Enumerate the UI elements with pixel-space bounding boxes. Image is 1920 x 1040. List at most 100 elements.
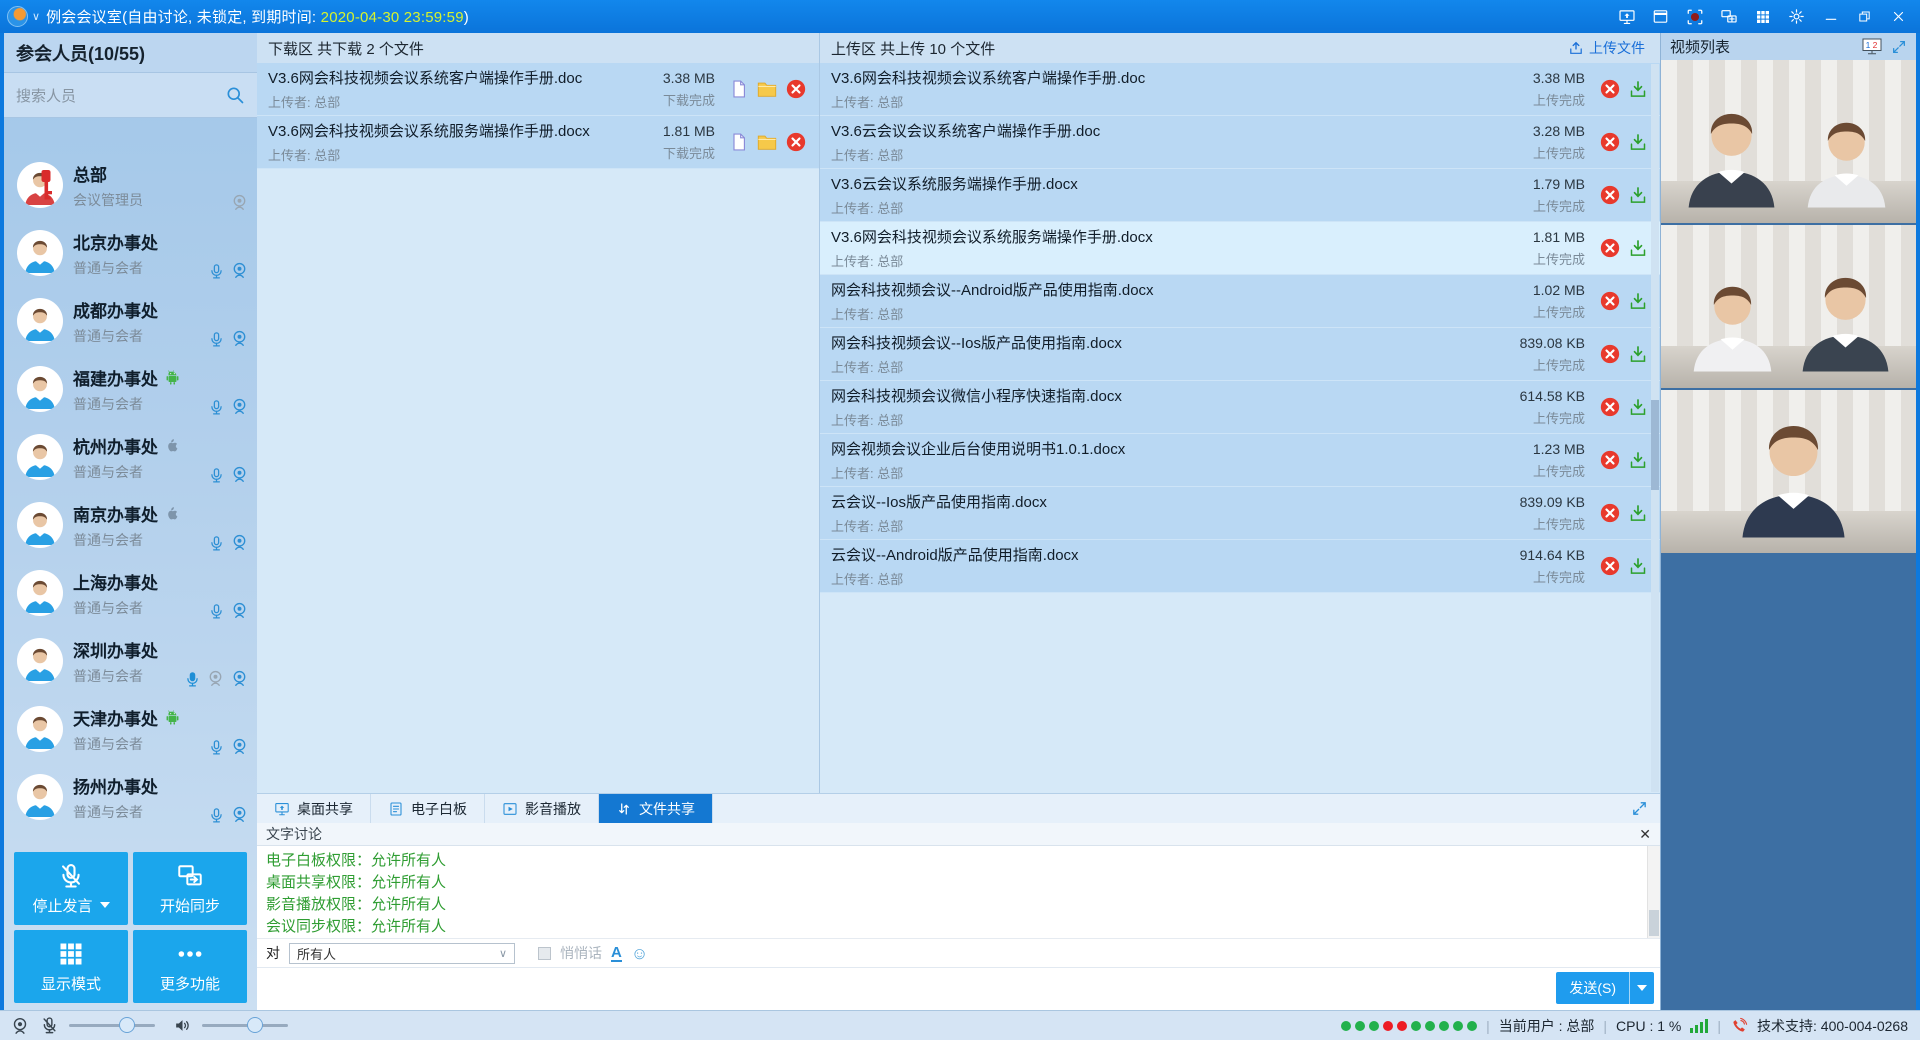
delete-icon[interactable] xyxy=(1599,237,1621,259)
search-icon[interactable] xyxy=(225,85,245,105)
delete-icon[interactable] xyxy=(785,78,807,100)
net-sync-icon[interactable] xyxy=(1715,5,1742,29)
participant-row[interactable]: 上海办事处 普通与会者 xyxy=(4,559,257,627)
mic-icon[interactable] xyxy=(208,331,225,348)
webcam-icon[interactable] xyxy=(10,1016,30,1036)
participant-row[interactable]: 杭州办事处 普通与会者 xyxy=(4,423,257,491)
delete-icon[interactable] xyxy=(1599,396,1621,418)
participant-row[interactable]: 深圳办事处 普通与会者 xyxy=(4,627,257,695)
dual-monitor-icon[interactable]: 12 xyxy=(1862,38,1882,55)
download-icon[interactable] xyxy=(1628,291,1648,311)
delete-icon[interactable] xyxy=(1599,449,1621,471)
close-icon[interactable]: ✕ xyxy=(1639,827,1651,841)
mic-icon[interactable] xyxy=(208,263,225,280)
delete-icon[interactable] xyxy=(1599,131,1621,153)
camera-icon[interactable] xyxy=(230,737,249,756)
upload-file-row[interactable]: V3.6网会科技视频会议系统客户端操作手册.doc上传者: 总部 3.38 MB… xyxy=(820,63,1660,116)
mic-icon[interactable] xyxy=(208,467,225,484)
participant-row[interactable]: 天津办事处 普通与会者 xyxy=(4,695,257,763)
tab-whiteboard[interactable]: 电子白板 xyxy=(371,794,485,823)
participant-row[interactable]: 北京办事处 普通与会者 xyxy=(4,219,257,287)
download-icon[interactable] xyxy=(1628,79,1648,99)
camera-icon[interactable] xyxy=(230,669,249,688)
mic-icon[interactable] xyxy=(208,399,225,416)
participant-row[interactable]: 总部 会议管理员 xyxy=(4,151,257,219)
video-thumbnail[interactable] xyxy=(1661,225,1916,388)
layout-grid-icon[interactable] xyxy=(1749,5,1776,29)
upload-file-row[interactable]: 网会视频会议企业后台使用说明书1.0.1.docx上传者: 总部 1.23 MB… xyxy=(820,434,1660,487)
download-icon[interactable] xyxy=(1628,344,1648,364)
open-file-icon[interactable] xyxy=(729,79,749,99)
record-icon[interactable] xyxy=(1681,5,1708,29)
more-functions-button[interactable]: 更多功能 xyxy=(133,930,247,1003)
scrollbar-thumb[interactable] xyxy=(1651,400,1659,490)
delete-icon[interactable] xyxy=(1599,290,1621,312)
download-icon[interactable] xyxy=(1628,503,1648,523)
delete-icon[interactable] xyxy=(1599,555,1621,577)
open-file-icon[interactable] xyxy=(729,132,749,152)
camera-icon[interactable] xyxy=(230,261,249,280)
delete-icon[interactable] xyxy=(1599,343,1621,365)
chat-input[interactable]: 发送(S) xyxy=(257,968,1660,1010)
video-thumbnail[interactable] xyxy=(1661,60,1916,223)
download-icon[interactable] xyxy=(1628,397,1648,417)
camera-icon[interactable] xyxy=(230,465,249,484)
delete-icon[interactable] xyxy=(785,131,807,153)
tab-file-share[interactable]: 文件共享 xyxy=(599,794,713,823)
tab-media-play[interactable]: 影音播放 xyxy=(485,794,599,823)
scrollbar-thumb[interactable] xyxy=(1649,910,1659,936)
participant-row[interactable]: 成都办事处 普通与会者 xyxy=(4,287,257,355)
camera-icon[interactable] xyxy=(230,805,249,824)
download-file-row[interactable]: V3.6网会科技视频会议系统服务端操作手册.docx 上传者: 总部 1.81 … xyxy=(257,116,819,169)
camera-icon[interactable] xyxy=(230,533,249,552)
download-icon[interactable] xyxy=(1628,185,1648,205)
delete-icon[interactable] xyxy=(1599,502,1621,524)
start-sync-button[interactable]: 开始同步 xyxy=(133,852,247,925)
camera-disabled-icon[interactable] xyxy=(206,669,225,688)
stop-speaking-button[interactable]: 停止发言 xyxy=(14,852,128,925)
upload-file-row[interactable]: V3.6云会议会议系统客户端操作手册.doc上传者: 总部 3.28 MB上传完… xyxy=(820,116,1660,169)
upload-file-row[interactable]: 网会科技视频会议--Android版产品使用指南.docx上传者: 总部 1.0… xyxy=(820,275,1660,328)
delete-icon[interactable] xyxy=(1599,78,1621,100)
open-folder-icon[interactable] xyxy=(756,78,778,100)
delete-icon[interactable] xyxy=(1599,184,1621,206)
slider-knob[interactable] xyxy=(119,1017,135,1033)
upload-file-row[interactable]: 网会科技视频会议微信小程序快速指南.docx上传者: 总部 614.58 KB上… xyxy=(820,381,1660,434)
screen-share-icon[interactable] xyxy=(1613,5,1640,29)
participant-row[interactable]: 福建办事处 普通与会者 xyxy=(4,355,257,423)
upload-scrollbar[interactable] xyxy=(1651,64,1659,792)
font-style-button[interactable]: A xyxy=(611,945,622,962)
participant-row[interactable]: 南京办事处 普通与会者 xyxy=(4,491,257,559)
maximize-button[interactable] xyxy=(1851,5,1878,29)
mic-volume-slider[interactable] xyxy=(69,1024,155,1027)
settings-gear-icon[interactable] xyxy=(1783,5,1810,29)
camera-icon[interactable] xyxy=(230,329,249,348)
video-thumbnail[interactable] xyxy=(1661,390,1916,553)
chevron-down-icon[interactable]: ∨ xyxy=(32,10,40,23)
upload-file-row[interactable]: 云会议--Android版产品使用指南.docx上传者: 总部 914.64 K… xyxy=(820,540,1660,593)
mic-icon[interactable] xyxy=(208,807,225,824)
upload-file-link[interactable]: 上传文件 xyxy=(1568,38,1649,58)
mic-icon[interactable] xyxy=(208,739,225,756)
upload-file-row[interactable]: 网会科技视频会议--Ios版产品使用指南.docx上传者: 总部 839.08 … xyxy=(820,328,1660,381)
whisper-checkbox[interactable] xyxy=(538,947,551,960)
window-mode-icon[interactable] xyxy=(1647,5,1674,29)
close-button[interactable] xyxy=(1885,5,1912,29)
participant-row[interactable]: 扬州办事处 普通与会者 xyxy=(4,763,257,831)
speaker-volume-slider[interactable] xyxy=(202,1024,288,1027)
speaker-icon[interactable] xyxy=(173,1016,192,1035)
download-file-row[interactable]: V3.6网会科技视频会议系统客户端操作手册.doc 上传者: 总部 3.38 M… xyxy=(257,63,819,116)
emoji-button[interactable]: ☺ xyxy=(631,945,648,962)
participant-search[interactable]: 搜索人员 xyxy=(4,73,257,118)
camera-icon[interactable] xyxy=(230,397,249,416)
expand-icon[interactable] xyxy=(1631,800,1648,817)
upload-file-row[interactable]: 云会议--Ios版产品使用指南.docx上传者: 总部 839.09 KB上传完… xyxy=(820,487,1660,540)
mic-icon[interactable] xyxy=(208,535,225,552)
tab-desktop-share[interactable]: 桌面共享 xyxy=(257,794,371,823)
send-dropdown-caret[interactable] xyxy=(1630,985,1654,991)
download-icon[interactable] xyxy=(1628,450,1648,470)
mic-muted-icon[interactable] xyxy=(40,1016,59,1035)
mic-icon[interactable] xyxy=(208,603,225,620)
expand-icon[interactable] xyxy=(1891,39,1907,55)
display-mode-button[interactable]: 显示模式 xyxy=(14,930,128,1003)
